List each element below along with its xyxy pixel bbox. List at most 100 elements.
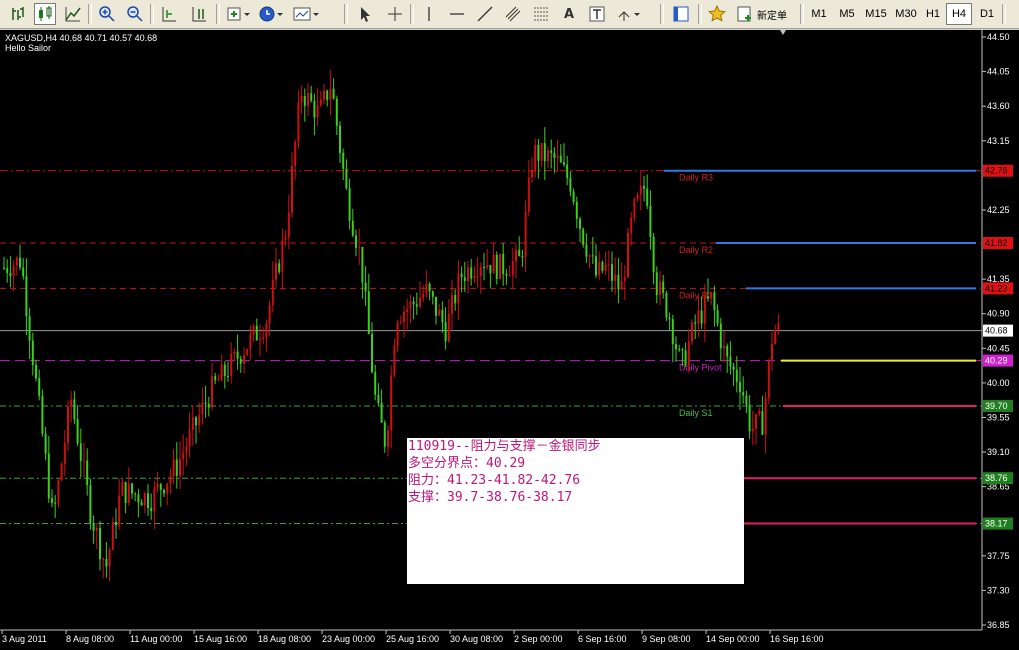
text-tool-icon[interactable]: A (558, 3, 580, 25)
price-level-tag-label: 41.23 (985, 283, 1008, 293)
time-tick-label: 25 Aug 16:00 (386, 634, 439, 644)
candle-bull (249, 334, 252, 350)
candle-bull (406, 309, 409, 312)
crosshair-icon[interactable] (384, 3, 406, 25)
candle-bear (700, 310, 703, 324)
candle-bear (204, 402, 207, 404)
favorites-star-icon[interactable] (706, 3, 728, 25)
templates-icon[interactable] (290, 3, 322, 25)
timeframe-m15[interactable]: M15 (862, 3, 890, 25)
price-tick-label: 40.90 (987, 309, 1010, 319)
candle-bull (534, 145, 537, 170)
candle-bull (12, 265, 15, 277)
candle-bull (703, 296, 706, 324)
candlestick-icon[interactable] (34, 3, 56, 25)
line-chart-icon[interactable] (62, 3, 84, 25)
expert-advisor-name: Hello Sailor (5, 43, 52, 53)
candle-bear (335, 98, 338, 126)
candle-bear (28, 316, 31, 341)
candle-bull (422, 293, 425, 298)
candle-bull (262, 337, 265, 339)
candle-bear (332, 88, 335, 99)
horizontal-line-icon[interactable] (446, 3, 468, 25)
timeframe-m30[interactable]: M30 (892, 3, 920, 25)
candle-bear (431, 291, 434, 297)
candle-bull (179, 458, 181, 476)
fibonacci-icon[interactable] (530, 3, 552, 25)
indicators-icon[interactable] (224, 3, 254, 25)
candle-bear (707, 296, 709, 299)
cursor-icon[interactable] (354, 3, 376, 25)
candle-bear (79, 443, 82, 461)
candle-bull (358, 247, 361, 249)
timeframe-m1[interactable]: M1 (806, 3, 832, 25)
timeframe-d1[interactable]: D1 (974, 3, 1000, 25)
chart-shift-icon[interactable] (188, 3, 210, 25)
zoom-out-icon[interactable] (124, 3, 146, 25)
bar-chart-icon[interactable] (8, 3, 30, 25)
auto-scroll-icon[interactable] (158, 3, 180, 25)
candle-bull (390, 375, 393, 431)
candle-bear (345, 168, 348, 189)
zoom-in-icon[interactable] (96, 3, 118, 25)
candle-bull (623, 277, 626, 282)
candle-bear (236, 351, 239, 359)
price-chart[interactable]: 44.50 44.05 43.60 43.15 42.25 41.35 40.90 40.45… (0, 30, 1019, 650)
arrows-icon[interactable] (614, 3, 644, 25)
candle-bear (652, 236, 655, 273)
timeframe-m5[interactable]: M5 (834, 3, 860, 25)
candle-bear (713, 292, 716, 311)
equidistant-channel-icon[interactable] (502, 3, 524, 25)
time-tick-label: 30 Aug 08:00 (450, 634, 503, 644)
timeframe-h1[interactable]: H1 (920, 3, 946, 25)
candle-bull (275, 263, 277, 280)
candle-bear (739, 382, 741, 393)
trendline-icon[interactable] (474, 3, 496, 25)
candle-bull (95, 527, 98, 531)
candle-bear (646, 188, 649, 206)
candle-bear (22, 267, 25, 277)
candle-bear (377, 394, 380, 404)
candle-bear (9, 273, 12, 277)
candle-bull (246, 349, 249, 356)
candle-bull (479, 266, 482, 276)
candle-bear (207, 403, 210, 408)
periods-clock-icon[interactable] (256, 3, 286, 25)
candle-bear (569, 178, 572, 192)
timeframe-h4[interactable]: H4 (946, 3, 972, 25)
candle-bear (502, 253, 505, 275)
candle-bear (655, 272, 658, 296)
candle-bull (588, 255, 591, 257)
text-label-icon[interactable] (586, 3, 608, 25)
price-tick-label: 37.30 (987, 585, 1010, 595)
price-level-tag-label: 42.76 (985, 166, 1008, 176)
candle-bull (447, 313, 450, 342)
candle-bull (620, 281, 623, 290)
daily-r2-label: Daily R2 (679, 245, 713, 255)
candle-bear (726, 346, 729, 357)
new-order-button[interactable]: 新定单 (736, 3, 794, 25)
candle-bear (54, 502, 57, 504)
candle-bull (710, 292, 713, 299)
price-level-tag-label: 38.17 (985, 519, 1008, 529)
note-title: 110919--阻力与支撑－金银同步 (408, 439, 601, 454)
main-toolbar: A 新定单 M1 M5 M15 M30 H1 H4 D1 (0, 0, 1019, 29)
support-resistance-note[interactable]: 110919--阻力与支撑－金银同步 多空分界点：40.29 阻力：41.23-… (407, 438, 744, 584)
candle-bull (633, 199, 636, 218)
candle-bear (92, 522, 95, 531)
candle-bear (575, 201, 578, 219)
data-window-icon[interactable] (670, 3, 692, 25)
candle-bear (643, 186, 645, 189)
candle-bear (748, 404, 751, 432)
candle-bull (508, 275, 511, 277)
time-tick-label: 23 Aug 00:00 (322, 634, 375, 644)
candle-bear (463, 277, 466, 282)
candle-bear (671, 319, 674, 345)
candle-bull (169, 475, 172, 484)
candle-bear (742, 392, 745, 396)
candle-bull (291, 166, 293, 213)
vertical-line-icon[interactable] (418, 3, 440, 25)
candle-bull (531, 169, 533, 178)
candle-bull (486, 265, 489, 269)
candle-bear (195, 417, 197, 426)
